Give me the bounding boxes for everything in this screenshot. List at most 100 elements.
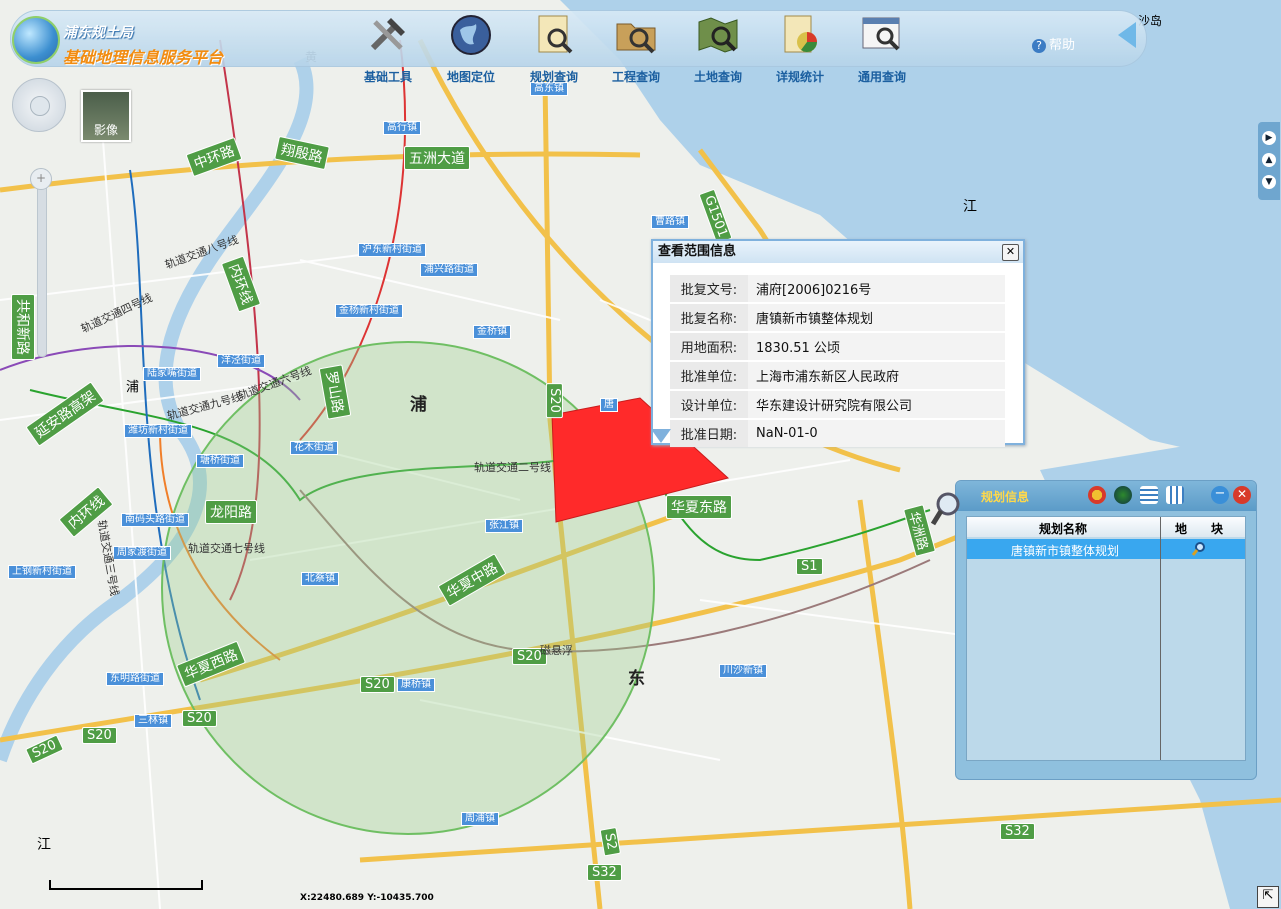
station-label: 康桥镇 xyxy=(397,678,435,692)
station-label: 周家渡街道 xyxy=(113,546,171,560)
land-map-search-icon xyxy=(698,17,738,53)
road-label: S32 xyxy=(1000,823,1035,840)
globe-icon xyxy=(451,15,491,55)
tool-land-query[interactable]: 土地查询 xyxy=(683,12,753,85)
col-header-name: 规划名称 xyxy=(1039,522,1088,536)
info-key: 批准日期: xyxy=(670,420,748,447)
window-search-icon xyxy=(862,17,900,51)
label-jiang-left: 江 xyxy=(37,837,51,853)
tool-label: 通用查询 xyxy=(857,70,906,84)
label-jiang-right: 江 xyxy=(963,199,977,215)
station-label: 高行镇 xyxy=(383,121,421,135)
station-label: 花木街道 xyxy=(290,441,338,455)
collapse-toolbar-icon[interactable] xyxy=(1118,22,1136,48)
info-row: 批复名称: 唐镇新市镇整体规划 xyxy=(670,304,1005,331)
station-label: 沪东新村街道 xyxy=(358,243,426,257)
zoom-in-button[interactable]: + xyxy=(30,168,52,190)
district-label-dong: 东 xyxy=(628,669,645,689)
popup-close-button[interactable]: ✕ xyxy=(1002,244,1019,261)
tool-label: 规划查询 xyxy=(529,70,578,84)
system-title: 基础地理信息服务平台 xyxy=(63,48,224,67)
tool-plan-stats[interactable]: 详规统计 xyxy=(765,12,835,85)
help-link[interactable]: ? 帮助 xyxy=(1032,34,1075,53)
query-magnifier-icon[interactable] xyxy=(930,490,962,534)
road-label: S20 xyxy=(82,727,117,744)
road-label: S20 xyxy=(545,383,563,418)
plan-info-panel: 规划信息 − ✕ 规划名称 地 块 唐镇新市镇整体规划 xyxy=(955,480,1257,780)
col-header-parcel: 地 块 xyxy=(1175,522,1224,536)
popup-title: 查看范围信息 xyxy=(653,241,1023,263)
plan-name-cell: 唐镇新市镇整体规划 xyxy=(1011,544,1120,558)
info-key: 批复名称: xyxy=(670,304,748,331)
tool-project-query[interactable]: 工程查询 xyxy=(601,12,671,85)
tool-label: 土地查询 xyxy=(693,70,742,84)
road-label: S1 xyxy=(796,558,823,575)
help-label: 帮助 xyxy=(1049,38,1076,53)
close-icon[interactable]: ✕ xyxy=(1233,486,1251,504)
image-layer-button[interactable]: 影像 xyxy=(81,90,131,142)
station-label: 浦兴路街道 xyxy=(420,263,478,277)
label-pu-small: 浦 xyxy=(126,380,140,395)
rail-label: 磁悬浮 xyxy=(540,644,573,657)
tool-label: 详规统计 xyxy=(775,70,824,84)
district-label-pu: 浦 xyxy=(410,395,427,415)
pan-center[interactable] xyxy=(30,96,50,116)
expand-icon[interactable]: ▶ xyxy=(1262,131,1276,145)
up-arrow-icon[interactable]: ▲ xyxy=(1262,153,1276,167)
minimize-icon[interactable]: − xyxy=(1211,486,1229,504)
station-label: 东明路街道 xyxy=(106,672,164,686)
info-value: 浦府[2006]0216号 xyxy=(748,275,1005,302)
globe-logo-icon xyxy=(12,16,60,64)
station-label: 潍坊新村街道 xyxy=(124,424,192,438)
station-label: 北蔡镇 xyxy=(301,572,339,586)
pan-control[interactable] xyxy=(12,78,66,132)
table-view-icon[interactable] xyxy=(1166,486,1184,504)
road-label: 五洲大道 xyxy=(404,146,470,170)
info-key: 设计单位: xyxy=(670,391,748,418)
folder-search-icon xyxy=(616,23,656,54)
station-label: 金桥镇 xyxy=(473,325,511,339)
grid-view-icon[interactable] xyxy=(1140,486,1158,504)
magnifier-icon[interactable] xyxy=(1191,541,1207,557)
info-key: 批复文号: xyxy=(670,275,748,302)
info-value: 华东建设计研究院有限公司 xyxy=(748,391,1005,418)
tool-basic[interactable]: 基础工具 xyxy=(353,12,423,85)
station-label: 金杨新村街道 xyxy=(335,304,403,318)
pie-chart-icon[interactable] xyxy=(1088,486,1106,504)
tool-general-query[interactable]: 通用查询 xyxy=(847,12,917,85)
tool-locate[interactable]: 地图定位 xyxy=(436,12,506,85)
scale-bar xyxy=(49,880,203,890)
road-label: S20 xyxy=(360,676,395,693)
station-label: 南码头路街道 xyxy=(121,513,189,527)
tool-plan-query[interactable]: 规划查询 xyxy=(519,12,589,85)
road-label: S32 xyxy=(587,864,622,881)
info-row: 批准日期: NaN-01-0 xyxy=(670,420,1005,447)
coordinate-readout: X:22480.689 Y:-10435.700 xyxy=(300,893,434,903)
table-row[interactable]: 唐镇新市镇整体规划 xyxy=(967,539,1245,559)
info-row: 用地面积: 1830.51 公顷 xyxy=(670,333,1005,360)
resize-corner-icon[interactable]: ⇱ xyxy=(1257,886,1279,908)
zoom-slider[interactable] xyxy=(37,170,47,357)
image-layer-label: 影像 xyxy=(93,123,118,137)
station-label: 陆家嘴街道 xyxy=(143,367,201,381)
column-divider xyxy=(1160,517,1161,760)
plan-table-header: 规划名称 地 块 xyxy=(967,517,1245,537)
road-label: 龙阳路 xyxy=(205,500,257,524)
info-row: 设计单位: 华东建设计研究院有限公司 xyxy=(670,391,1005,418)
popup-info-table: 批复文号: 浦府[2006]0216号 批复名称: 唐镇新市镇整体规划 用地面积: 1… xyxy=(670,273,1005,449)
down-arrow-icon[interactable]: ▼ xyxy=(1262,175,1276,189)
popup-pointer xyxy=(651,429,671,443)
station-label: 三林镇 xyxy=(134,714,172,728)
station-label: 张江镇 xyxy=(485,519,523,533)
info-value: 1830.51 公顷 xyxy=(748,333,1005,360)
info-value: NaN-01-0 xyxy=(748,420,1005,447)
compass-icon[interactable] xyxy=(1114,486,1132,504)
rail-label: 轨道交通二号线 xyxy=(474,461,551,474)
info-row: 批复文号: 浦府[2006]0216号 xyxy=(670,275,1005,302)
document-search-icon xyxy=(538,15,573,54)
road-label: 共和新路 xyxy=(11,294,35,360)
hammer-wrench-icon xyxy=(370,18,405,51)
station-label: 上钢新村街道 xyxy=(8,565,76,579)
org-name: 浦东规土局 xyxy=(63,25,133,41)
info-key: 批准单位: xyxy=(670,362,748,389)
